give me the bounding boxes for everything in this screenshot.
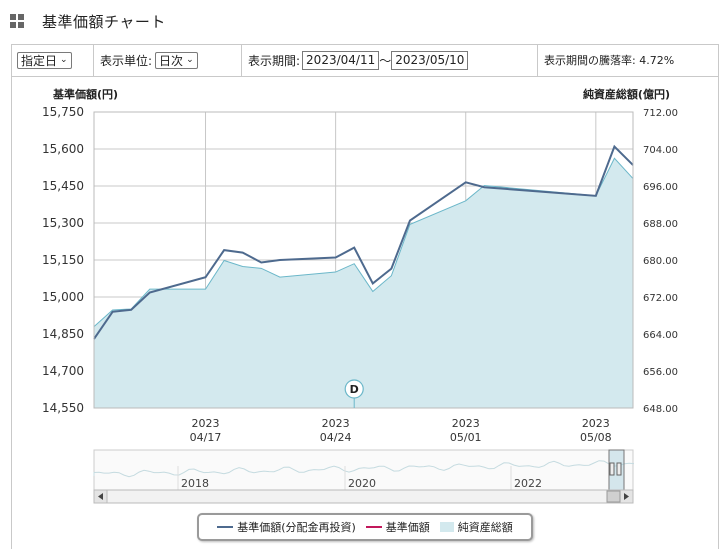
range-navigator[interactable]: 2018 2020 2022 <box>93 449 635 504</box>
legend-item-net-assets[interactable]: 純資産総額 <box>439 519 513 535</box>
x-tick-year: 2023 <box>582 417 610 430</box>
chart-svg: D 基準価額(円) 純資産総額(億円) 14,550 648.00 14,700 65… <box>42 87 678 504</box>
left-tick-label: 15,150 <box>42 253 84 267</box>
legend-line-icon <box>217 526 234 528</box>
left-tick-label: 14,850 <box>42 327 84 341</box>
right-tick-label: 680.00 <box>643 256 678 267</box>
right-tick-label: 704.00 <box>643 145 678 156</box>
navigator-year-label: 2018 <box>181 477 209 490</box>
x-tick-year: 2023 <box>322 417 350 430</box>
left-tick-label: 15,750 <box>42 105 84 119</box>
x-tick-year: 2023 <box>452 417 480 430</box>
left-tick-label: 15,600 <box>42 142 84 156</box>
right-tick-label: 688.00 <box>643 219 678 230</box>
x-tick-date: 05/08 <box>580 431 612 444</box>
right-tick-label: 648.00 <box>643 404 678 415</box>
navigator-handle-right <box>616 462 622 476</box>
left-tick-label: 14,700 <box>42 364 84 378</box>
left-axis-label: 基準価額(円) <box>52 87 118 101</box>
left-tick-label: 15,300 <box>42 216 84 230</box>
navigator-year-label: 2020 <box>348 477 376 490</box>
x-tick-date: 04/24 <box>320 431 352 444</box>
x-tick-date: 05/01 <box>450 431 482 444</box>
left-tick-label: 14,550 <box>42 401 84 415</box>
legend: 基準価額(分配金再投資) 基準価額 純資産総額 <box>197 513 533 541</box>
right-tick-label: 672.00 <box>643 293 678 304</box>
navigator-scrollbar <box>93 489 634 504</box>
left-tick-label: 15,000 <box>42 290 84 304</box>
right-tick-label: 696.00 <box>643 182 678 193</box>
legend-line-icon <box>365 526 382 528</box>
legend-item-nav-reinvest[interactable]: 基準価額(分配金再投資) <box>217 519 356 535</box>
marker-label: D <box>350 383 359 396</box>
x-tick-date: 04/17 <box>190 431 222 444</box>
navigator-handle-left <box>609 462 615 476</box>
right-axis-label: 純資産総額(億円) <box>583 87 670 101</box>
legend-label: 基準価額 <box>385 521 430 534</box>
scroll-thumb <box>606 490 621 503</box>
x-tick-year: 2023 <box>192 417 220 430</box>
navigator-year-label: 2022 <box>514 477 542 490</box>
legend-item-nav[interactable]: 基準価額 <box>365 519 430 535</box>
legend-label: 純資産総額 <box>457 521 513 534</box>
left-tick-label: 15,450 <box>42 179 84 193</box>
legend-area-icon <box>439 522 454 532</box>
right-tick-label: 712.00 <box>643 108 678 119</box>
right-tick-label: 664.00 <box>643 330 678 341</box>
legend-label: 基準価額(分配金再投資) <box>237 521 356 534</box>
right-tick-label: 656.00 <box>643 367 678 378</box>
net-assets-area <box>94 158 633 408</box>
